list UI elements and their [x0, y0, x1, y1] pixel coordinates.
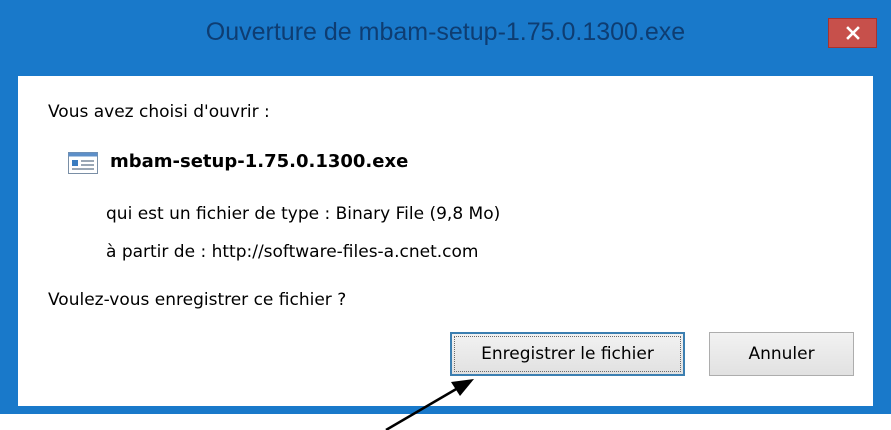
download-dialog-window: Ouverture de mbam-setup-1.75.0.1300.exe …: [0, 0, 891, 414]
screenshot: Ouverture de mbam-setup-1.75.0.1300.exe …: [0, 0, 891, 430]
file-icon: [68, 152, 98, 174]
save-file-button[interactable]: Enregistrer le fichier: [450, 332, 685, 376]
file-source-row: à partir de : http://software-files-a.cn…: [106, 242, 479, 262]
window-title: Ouverture de mbam-setup-1.75.0.1300.exe: [205, 18, 686, 46]
dialog-content: Vous avez choisi d'ouvrir : mbam-setup-1…: [18, 76, 873, 406]
title-bar[interactable]: Ouverture de mbam-setup-1.75.0.1300.exe: [0, 0, 891, 76]
close-button[interactable]: [828, 18, 877, 48]
file-type-row: qui est un fichier de type : Binary File…: [106, 204, 501, 224]
save-question: Voulez-vous enregistrer ce fichier ?: [48, 290, 347, 310]
file-name: mbam-setup-1.75.0.1300.exe: [110, 151, 409, 172]
close-icon: [845, 26, 860, 40]
intro-text: Vous avez choisi d'ouvrir :: [48, 102, 270, 122]
cancel-button[interactable]: Annuler: [709, 332, 854, 376]
